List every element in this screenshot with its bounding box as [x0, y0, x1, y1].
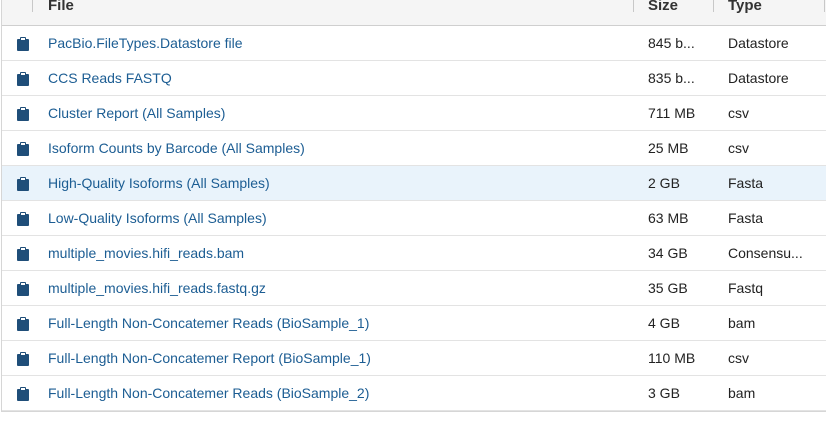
table-row[interactable]: High-Quality Isoforms (All Samples) 2 GB…	[2, 166, 826, 201]
clipboard-icon	[17, 282, 29, 296]
file-name-link[interactable]: Isoform Counts by Barcode (All Samples)	[48, 131, 305, 166]
clipboard-icon	[17, 37, 29, 51]
clipboard-icon	[17, 72, 29, 86]
file-size: 4 GB	[648, 315, 680, 331]
file-size: 35 GB	[648, 280, 688, 296]
table-row[interactable]: Cluster Report (All Samples) 711 MB csv	[2, 96, 826, 131]
table-header: File Size Type	[2, 0, 826, 26]
table-row[interactable]: PacBio.FileTypes.Datastore file 845 b...…	[2, 26, 826, 61]
column-divider[interactable]	[32, 0, 33, 12]
file-type: Consensu...	[728, 245, 803, 261]
column-divider[interactable]	[824, 0, 825, 12]
file-type: bam	[728, 315, 756, 331]
clipboard-icon	[17, 352, 29, 366]
file-size: 2 GB	[648, 175, 680, 191]
clipboard-icon	[17, 107, 29, 121]
column-header-size[interactable]: Size	[648, 0, 678, 25]
file-size: 63 MB	[648, 210, 689, 226]
file-type: Fasta	[728, 175, 764, 191]
table-body: PacBio.FileTypes.Datastore file 845 b...…	[2, 26, 826, 411]
table-row[interactable]: Full-Length Non-Concatemer Reads (BioSam…	[2, 376, 826, 411]
file-size: 835 b...	[648, 70, 695, 86]
file-size: 3 GB	[648, 385, 680, 401]
file-name-link[interactable]: multiple_movies.hifi_reads.fastq.gz	[48, 271, 266, 306]
table-row[interactable]: Full-Length Non-Concatemer Reads (BioSam…	[2, 306, 826, 341]
clipboard-icon	[17, 247, 29, 261]
file-type: Datastore	[728, 70, 789, 86]
file-size: 711 MB	[648, 105, 696, 121]
file-name-link[interactable]: Full-Length Non-Concatemer Reads (BioSam…	[48, 306, 369, 341]
file-type: Datastore	[728, 35, 789, 51]
file-type: bam	[728, 385, 756, 401]
column-header-file[interactable]: File	[48, 0, 74, 25]
table-row[interactable]: Low-Quality Isoforms (All Samples) 63 MB…	[2, 201, 826, 236]
file-type: Fasta	[728, 210, 764, 226]
file-name-link[interactable]: High-Quality Isoforms (All Samples)	[48, 166, 270, 201]
column-header-type[interactable]: Type	[728, 0, 762, 25]
file-name-link[interactable]: multiple_movies.hifi_reads.bam	[48, 236, 244, 271]
clipboard-icon	[17, 142, 29, 156]
table-row[interactable]: multiple_movies.hifi_reads.fastq.gz 35 G…	[2, 271, 826, 306]
file-name-link[interactable]: Full-Length Non-Concatemer Reads (BioSam…	[48, 376, 369, 411]
table-row[interactable]: Full-Length Non-Concatemer Report (BioSa…	[2, 341, 826, 376]
table-row[interactable]: multiple_movies.hifi_reads.bam 34 GB Con…	[2, 236, 826, 271]
file-size: 25 MB	[648, 140, 689, 156]
file-type: csv	[728, 140, 749, 156]
table-row[interactable]: Isoform Counts by Barcode (All Samples) …	[2, 131, 826, 166]
clipboard-icon	[17, 177, 29, 191]
clipboard-icon	[17, 387, 29, 401]
file-size: 110 MB	[648, 350, 696, 366]
file-name-link[interactable]: Low-Quality Isoforms (All Samples)	[48, 201, 267, 236]
file-table: File Size Type PacBio.FileTypes.Datastor…	[1, 0, 826, 412]
column-divider[interactable]	[713, 0, 714, 12]
file-type: csv	[728, 350, 749, 366]
file-name-link[interactable]: CCS Reads FASTQ	[48, 61, 172, 96]
column-divider[interactable]	[633, 0, 634, 12]
clipboard-icon	[17, 212, 29, 226]
file-name-link[interactable]: Cluster Report (All Samples)	[48, 96, 225, 131]
file-type: Fastq	[728, 280, 764, 296]
file-size: 845 b...	[648, 35, 695, 51]
file-name-link[interactable]: Full-Length Non-Concatemer Report (BioSa…	[48, 341, 371, 376]
file-size: 34 GB	[648, 245, 688, 261]
table-row[interactable]: CCS Reads FASTQ 835 b... Datastore	[2, 61, 826, 96]
clipboard-icon	[17, 317, 29, 331]
file-name-link[interactable]: PacBio.FileTypes.Datastore file	[48, 26, 243, 61]
file-type: csv	[728, 105, 749, 121]
